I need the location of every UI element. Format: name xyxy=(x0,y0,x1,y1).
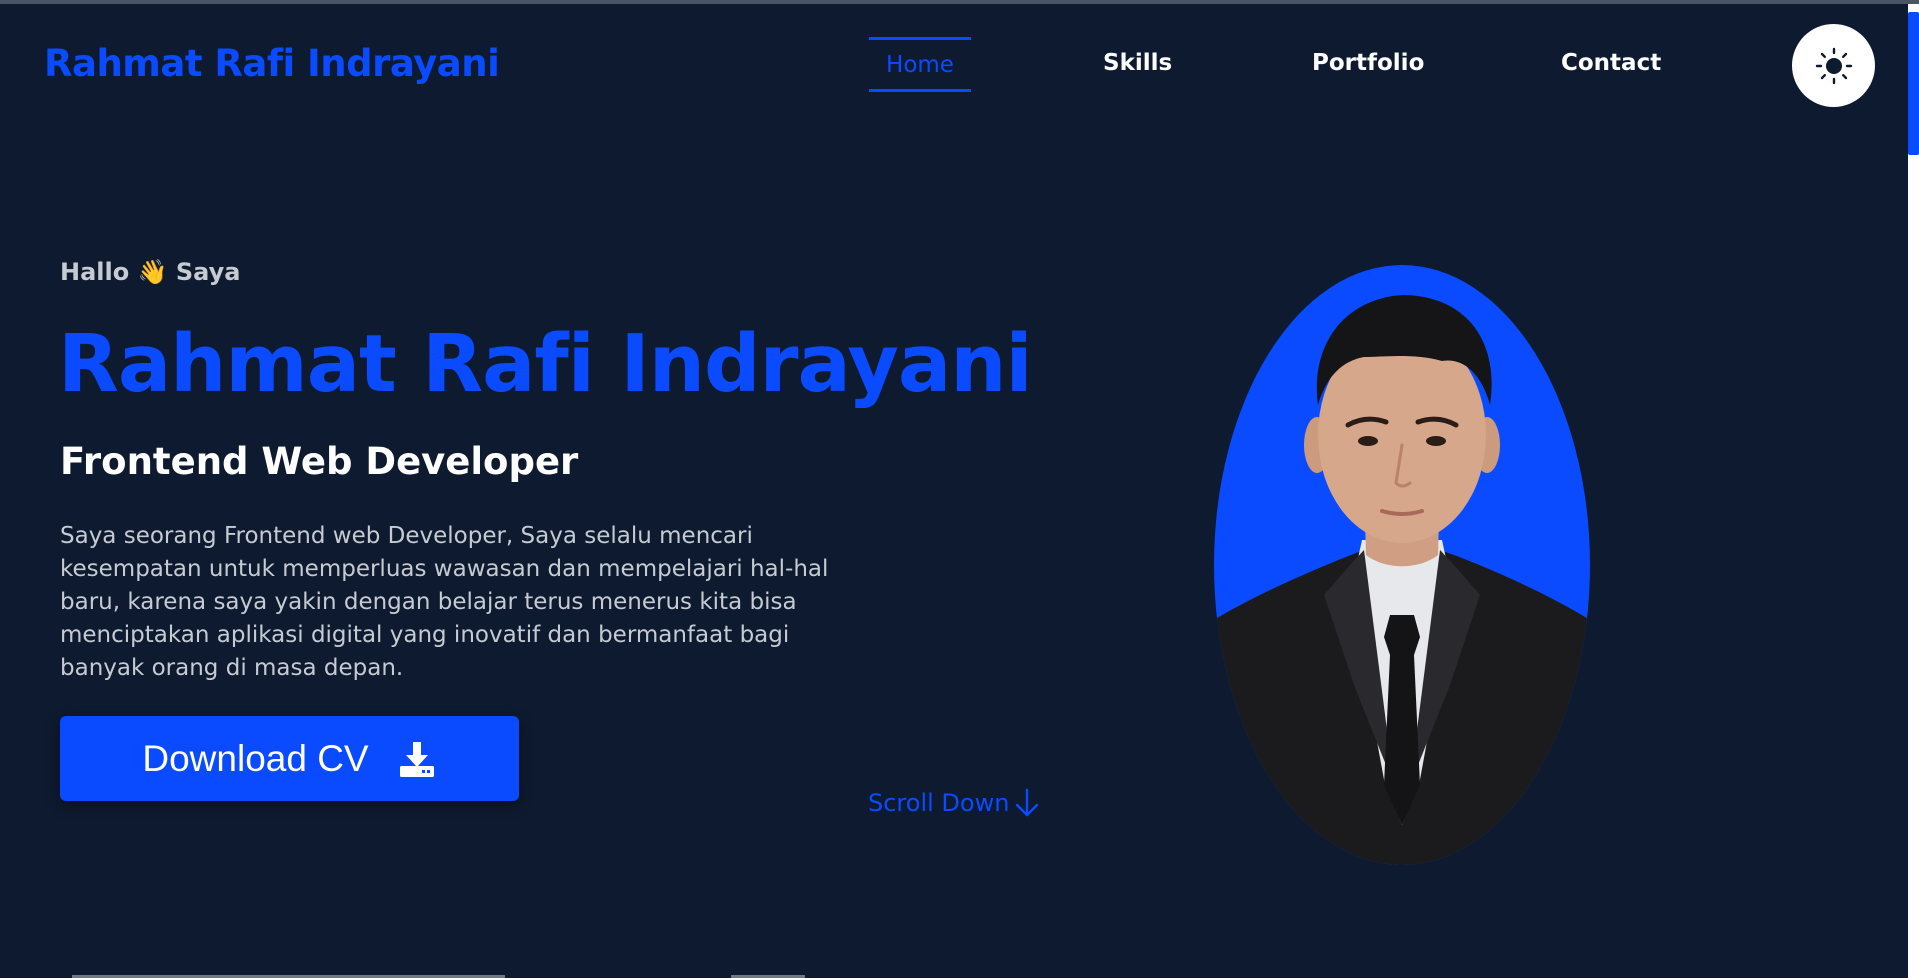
nav-contact-link[interactable]: Contact xyxy=(1561,50,1661,76)
download-cv-label: Download CV xyxy=(142,737,369,779)
hero-description: Saya seorang Frontend web Developer, Say… xyxy=(60,523,829,681)
hero-name-heading: Rahmat Rafi Indrayani xyxy=(58,318,1033,410)
sun-icon xyxy=(1815,47,1852,84)
nav-portfolio-link[interactable]: Portfolio xyxy=(1312,50,1424,76)
nav-home-link[interactable]: Home xyxy=(869,37,971,92)
page-scrollbar-thumb[interactable] xyxy=(1908,12,1919,155)
nav-skills-link[interactable]: Skills xyxy=(1103,50,1172,76)
arrow-down-icon xyxy=(1016,788,1039,817)
greeting-suffix: Saya xyxy=(175,258,241,286)
browser-top-edge xyxy=(0,0,1919,4)
scroll-down-label: Scroll Down xyxy=(868,789,1010,817)
hero-greeting: Hallo 👋 Saya xyxy=(60,258,240,286)
waving-hand-emoji: 👋 xyxy=(137,258,168,286)
profile-photo xyxy=(1214,265,1590,865)
portfolio-page: Rahmat Rafi Indrayani Home Skills Portfo… xyxy=(0,0,1919,978)
theme-toggle-button[interactable] xyxy=(1792,24,1875,107)
hero-role-heading: Frontend Web Developer xyxy=(60,440,579,483)
scroll-down-link[interactable]: Scroll Down xyxy=(868,788,1041,818)
site-logo-text[interactable]: Rahmat Rafi Indrayani xyxy=(44,42,500,85)
download-icon xyxy=(399,741,434,777)
download-cv-button[interactable]: Download CV xyxy=(60,716,519,801)
greeting-prefix: Hallo xyxy=(60,258,130,286)
